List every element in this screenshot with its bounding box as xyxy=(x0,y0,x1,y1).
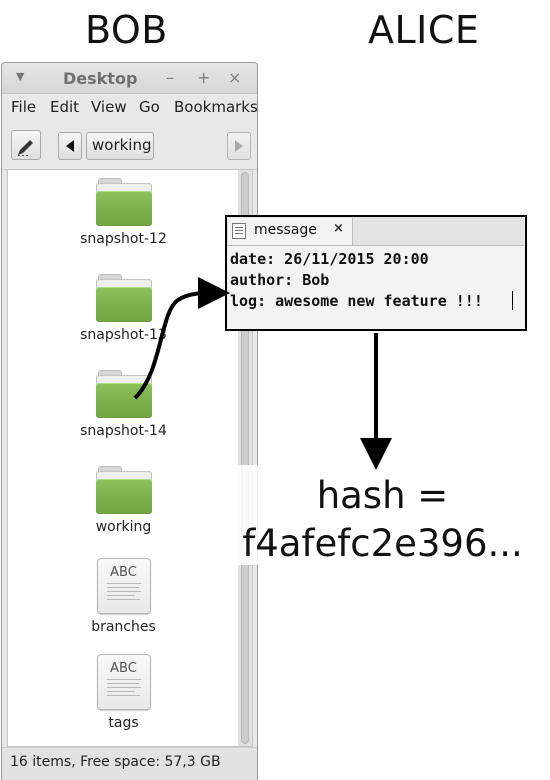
menu-go[interactable]: Go xyxy=(139,98,160,116)
toolbar: working xyxy=(2,123,257,170)
hash-label: hash = f4afefc2e396... xyxy=(230,472,535,568)
hash-prefix: hash = xyxy=(316,474,449,517)
bob-heading: BOB xyxy=(85,8,168,52)
item-label: branches xyxy=(91,619,156,635)
file-item[interactable]: ABC branches xyxy=(8,558,239,635)
menu-file[interactable]: File xyxy=(11,98,36,116)
close-button[interactable]: × xyxy=(228,68,241,87)
window-menu-icon[interactable]: ▼ xyxy=(16,70,24,83)
status-text: 16 items, Free space: 57,3 GB xyxy=(10,754,221,770)
window-title: Desktop xyxy=(63,69,138,88)
menu-edit[interactable]: Edit xyxy=(50,98,79,116)
folder-icon xyxy=(95,370,152,418)
item-label: tags xyxy=(108,715,139,731)
left-arrow-icon xyxy=(66,140,74,152)
file-view[interactable]: snapshot-12 snapshot-13 snapshot-14 work… xyxy=(7,169,240,747)
file-icon-text: ABC xyxy=(110,661,137,676)
folder-item[interactable]: snapshot-14 xyxy=(8,370,239,439)
text-file-icon: ABC xyxy=(96,654,151,710)
location-label: working xyxy=(92,136,152,154)
item-label: snapshot-13 xyxy=(80,327,167,343)
item-label: snapshot-12 xyxy=(80,231,167,247)
date-line: date: 26/11/2015 20:00 xyxy=(230,250,429,268)
edit-location-button[interactable] xyxy=(11,130,41,160)
folder-item[interactable]: snapshot-13 xyxy=(8,274,239,343)
folder-icon xyxy=(95,274,152,322)
forward-button[interactable] xyxy=(227,132,251,160)
menu-bookmarks[interactable]: Bookmarks xyxy=(174,98,258,116)
text-caret xyxy=(512,291,513,310)
message-editor: message × date: 26/11/2015 20:00 author:… xyxy=(225,215,527,331)
close-tab-icon[interactable]: × xyxy=(333,221,344,236)
item-label: snapshot-14 xyxy=(80,423,167,439)
pencil-icon xyxy=(18,140,33,156)
tab-message[interactable]: message × xyxy=(228,218,353,245)
item-label: working xyxy=(95,519,152,535)
right-arrow-icon xyxy=(235,140,243,152)
author-line: author: Bob xyxy=(230,271,330,289)
text-file-icon: ABC xyxy=(96,558,151,614)
menu-bar: File Edit View Go Bookmarks xyxy=(2,94,258,120)
folder-icon xyxy=(95,466,152,514)
menu-view[interactable]: View xyxy=(91,98,127,116)
tab-label: message xyxy=(254,222,317,238)
folder-icon xyxy=(95,178,152,226)
hash-value: f4afefc2e396... xyxy=(242,522,523,565)
folder-item[interactable]: working xyxy=(8,466,239,535)
editor-tab-strip: message × xyxy=(227,217,524,246)
status-bar: 16 items, Free space: 57,3 GB xyxy=(2,747,257,780)
back-button[interactable] xyxy=(58,132,82,160)
log-line: log: awesome new feature !!! xyxy=(230,292,483,310)
title-bar: ▼ Desktop – + × xyxy=(2,63,257,94)
alice-heading: ALICE xyxy=(368,8,480,52)
message-text[interactable]: date: 26/11/2015 20:00 author: Bob log: … xyxy=(230,249,483,312)
file-icon-text: ABC xyxy=(110,565,137,580)
file-manager-window: ▼ Desktop – + × File Edit View Go Bookma… xyxy=(1,62,258,780)
maximize-button[interactable]: + xyxy=(197,68,210,87)
folder-item[interactable]: snapshot-12 xyxy=(8,178,239,247)
minimize-button[interactable]: – xyxy=(166,68,174,87)
text-document-icon xyxy=(232,223,246,239)
location-working-button[interactable]: working xyxy=(86,132,154,160)
file-item[interactable]: ABC tags xyxy=(8,654,239,731)
